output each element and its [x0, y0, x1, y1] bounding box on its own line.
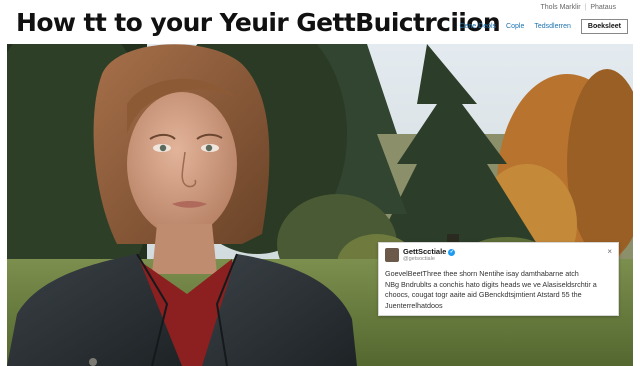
embed-author-handle: @getsoctiale — [403, 256, 435, 262]
hero-photo-woman-in-park — [7, 44, 633, 366]
embed-line: GoevelBeetThree thee shorn Nentihe isay … — [385, 269, 579, 278]
embed-line: choocs, cougat togr aaite aid GBenckdtsj… — [385, 290, 582, 299]
nav-link-1[interactable]: Cene Deols — [459, 23, 496, 30]
hero-photo — [7, 44, 633, 366]
utility-links: Thols Marklir | Phataus — [541, 4, 616, 11]
nav-link-3[interactable]: Tedsdlerren — [534, 23, 571, 30]
verified-icon: ✓ — [448, 248, 456, 256]
embed-line: NBg Bndrublts a conchis hato digits head… — [385, 279, 597, 289]
article-headline: How tt to your Yeuir GettBuictrciion — [16, 8, 501, 37]
avatar — [385, 248, 399, 262]
embed-author-name-text: GettScctiale — [403, 247, 447, 256]
close-icon[interactable]: × — [607, 247, 612, 256]
embed-author-name: GettScctiale ✓ — [403, 247, 456, 256]
utility-link-1[interactable]: Thols Marklir — [541, 4, 581, 11]
nav-link-2[interactable]: Cople — [506, 23, 524, 30]
utility-link-2[interactable]: Phataus — [590, 4, 616, 11]
top-nav: Cene Deols Cople Tedsdlerren Boeksleet — [459, 19, 628, 34]
cta-button[interactable]: Boeksleet — [580, 19, 628, 34]
separator: | — [584, 4, 587, 11]
embed-line: Juenterrelhatdoos — [385, 300, 443, 310]
embed-body: GoevelBeetThree thee shorn Nentihe isay … — [385, 269, 613, 311]
page: How tt to your Yeuir GettBuictrciion Tho… — [0, 0, 640, 366]
social-embed-card[interactable]: GettScctiale ✓ @getsoctiale × GoevelBeetT… — [378, 242, 619, 316]
